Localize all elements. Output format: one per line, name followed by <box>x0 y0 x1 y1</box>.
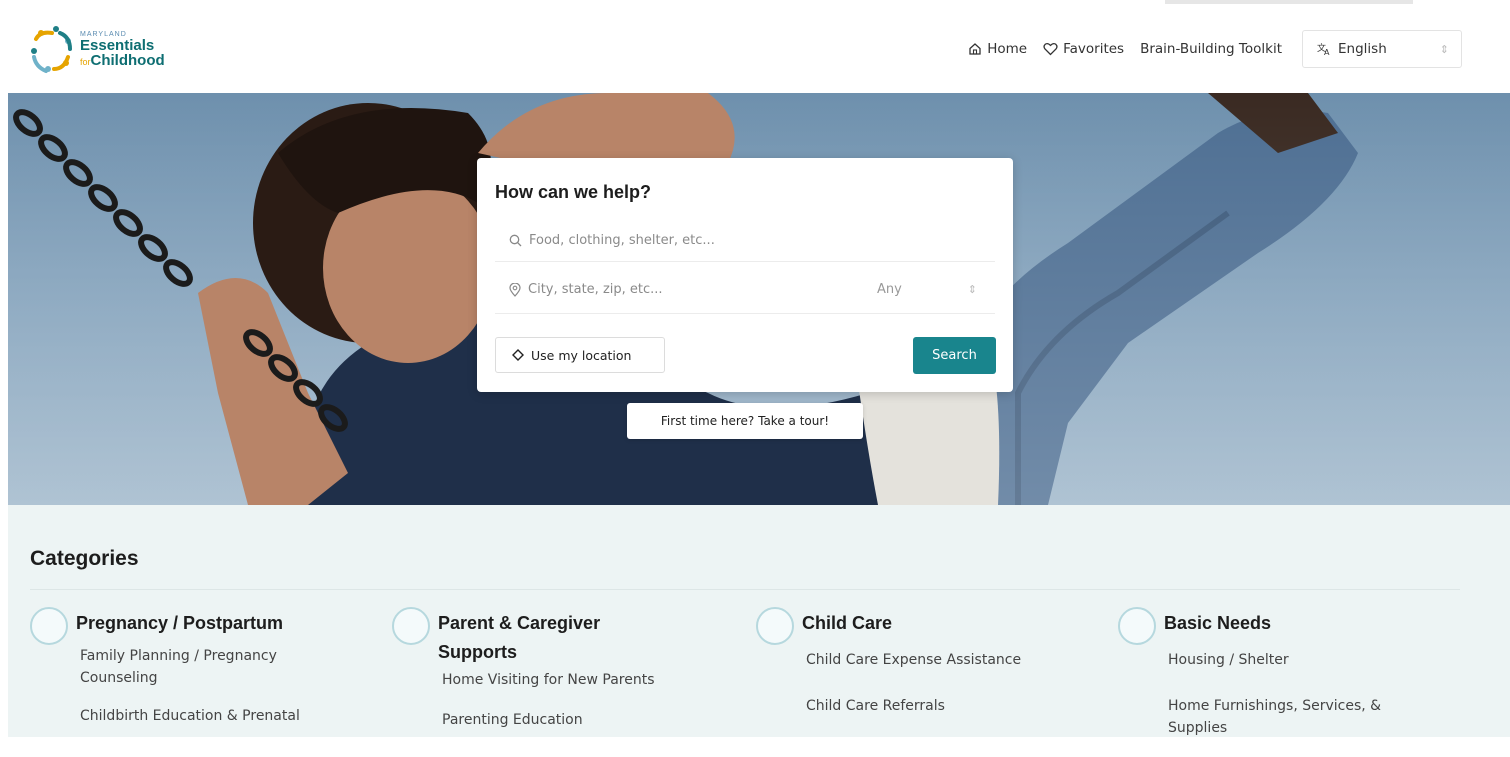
search-input[interactable]: Food, clothing, shelter, etc... <box>495 220 995 262</box>
pregnancy-icon <box>30 607 68 645</box>
distance-select[interactable]: Any ⇕ <box>865 282 995 297</box>
location-input[interactable]: City, state, zip, etc... <box>528 282 865 297</box>
nav-home-label: Home <box>987 41 1028 57</box>
category-title[interactable]: Pregnancy / Postpartum <box>76 609 283 638</box>
nav-home[interactable]: Home <box>968 41 1027 57</box>
category-link[interactable]: Parenting Education <box>442 709 692 731</box>
logo-mark-icon <box>31 26 72 73</box>
category-link[interactable]: Family Planning / Pregnancy Counseling <box>80 645 350 689</box>
nav-toolkit[interactable]: Brain-Building Toolkit <box>1140 41 1282 57</box>
category-link[interactable]: Home Furnishings, Services, & Supplies <box>1168 695 1418 739</box>
categories-title: Categories <box>30 547 139 570</box>
logo-line2: forChildhood <box>80 53 165 68</box>
search-placeholder: Food, clothing, shelter, etc... <box>529 233 715 248</box>
top-strip <box>1165 0 1413 4</box>
updown-chevron-icon: ⇕ <box>1439 42 1449 56</box>
category-pregnancy: Pregnancy / Postpartum Family Planning /… <box>30 607 350 743</box>
nav-toolkit-label: Brain-Building Toolkit <box>1140 41 1282 57</box>
take-tour-button[interactable]: First time here? Take a tour! <box>627 403 863 439</box>
logo-text: MARYLAND Essentials forChildhood <box>80 31 165 68</box>
svg-text:A: A <box>1324 48 1330 56</box>
category-link[interactable]: Home Visiting for New Parents <box>442 669 692 691</box>
categories-section: Categories Pregnancy / Postpartum Family… <box>8 505 1510 737</box>
site-header: MARYLAND Essentials forChildhood Home Fa… <box>0 0 1510 93</box>
basic-needs-icon <box>1118 607 1156 645</box>
category-link[interactable]: Housing / Shelter <box>1168 649 1418 671</box>
language-select[interactable]: 文A English ⇕ <box>1302 30 1462 68</box>
location-diamond-icon <box>512 349 524 361</box>
updown-chevron-icon: ⇕ <box>967 283 977 296</box>
category-title[interactable]: Basic Needs <box>1164 609 1271 638</box>
nav-favorites-label: Favorites <box>1063 41 1125 57</box>
location-pin-icon <box>509 282 521 297</box>
logo-line2-text: Childhood <box>90 51 165 69</box>
use-my-location-button[interactable]: Use my location <box>495 337 665 373</box>
main-nav: Home Favorites Brain-Building Toolkit 文A… <box>968 30 1462 68</box>
logo-for: for <box>80 56 91 67</box>
distance-value: Any <box>877 282 902 297</box>
logo-line1: Essentials <box>80 36 155 54</box>
search-title: How can we help? <box>495 182 652 202</box>
site-logo[interactable]: MARYLAND Essentials forChildhood <box>26 20 196 78</box>
category-link[interactable]: Child Care Expense Assistance <box>806 649 1076 671</box>
location-row: City, state, zip, etc... Any ⇕ <box>495 266 995 314</box>
search-card: How can we help? Food, clothing, shelter… <box>477 158 1013 392</box>
language-label: English <box>1338 41 1387 57</box>
category-link[interactable]: Childbirth Education & Prenatal <box>80 705 350 727</box>
search-icon <box>509 234 522 247</box>
categories-divider <box>30 589 1460 590</box>
category-title[interactable]: Child Care <box>802 609 892 638</box>
parent-support-icon <box>392 607 430 645</box>
category-parent-supports: Parent & Caregiver Supports Home Visitin… <box>392 607 692 749</box>
translate-icon: 文A <box>1317 42 1330 56</box>
child-care-icon <box>756 607 794 645</box>
category-basic-needs: Basic Needs Housing / Shelter Home Furni… <box>1118 607 1418 757</box>
category-title[interactable]: Parent & Caregiver Supports <box>438 609 658 667</box>
heart-icon <box>1043 42 1058 56</box>
search-button[interactable]: Search <box>913 337 996 374</box>
use-my-location-label: Use my location <box>531 347 632 363</box>
home-icon <box>969 43 981 55</box>
nav-favorites[interactable]: Favorites <box>1043 41 1124 57</box>
category-link[interactable]: Child Care Referrals <box>806 695 1076 717</box>
category-child-care: Child Care Child Care Expense Assistance… <box>756 607 1076 735</box>
